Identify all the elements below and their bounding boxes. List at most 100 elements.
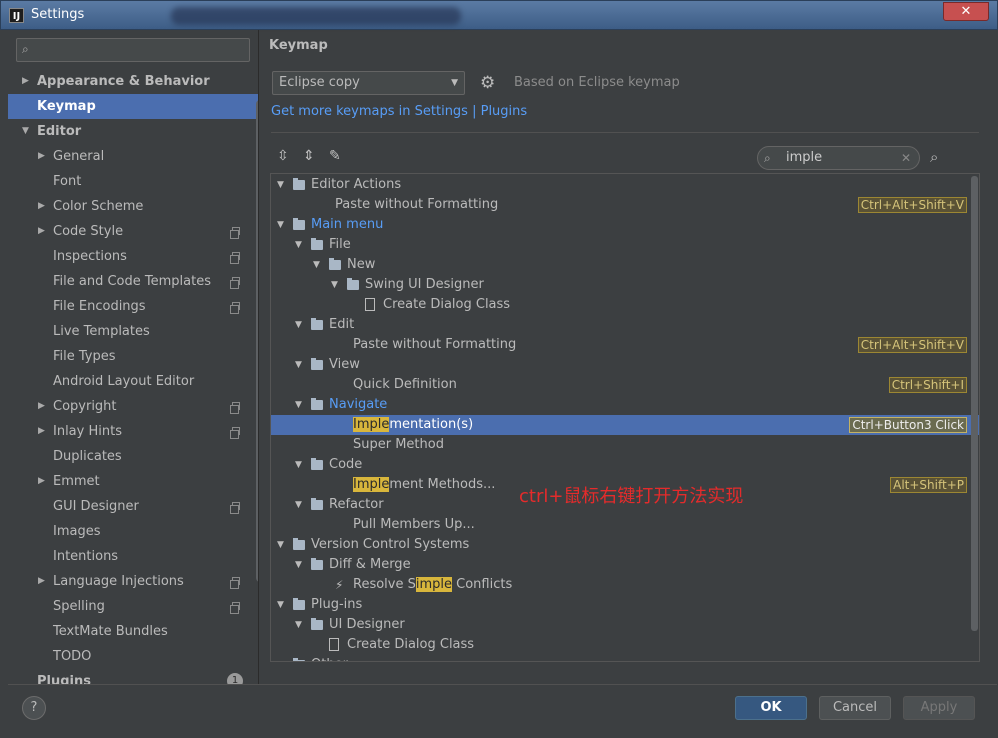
tree-row[interactable]: ⚡ Resolve Simple Conflicts	[271, 575, 979, 595]
tree-row[interactable]: ▼ Navigate	[271, 395, 979, 415]
chevron-right-icon[interactable]: ▶	[38, 569, 45, 594]
keymap-select[interactable]: Eclipse copy ▼	[272, 71, 465, 95]
ok-button[interactable]: OK	[735, 696, 807, 720]
tree-row[interactable]: Paste without Formatting Ctrl+Alt+Shift+V	[271, 195, 979, 215]
tree-row[interactable]: ▼ View	[271, 355, 979, 375]
sidebar-item[interactable]: TextMate Bundles	[8, 619, 258, 644]
sidebar-item[interactable]: Font	[8, 169, 258, 194]
sidebar-item[interactable]: TODO	[8, 644, 258, 669]
tree-row[interactable]: Quick Definition Ctrl+Shift+I	[271, 375, 979, 395]
sidebar-item[interactable]: ▶ General	[8, 144, 258, 169]
expand-down-icon[interactable]: ▼	[295, 235, 302, 255]
clear-icon[interactable]: ✕	[901, 147, 911, 169]
tree-row[interactable]: ▼ Code	[271, 455, 979, 475]
sidebar-item[interactable]: Plugins 1	[8, 669, 258, 684]
expand-down-icon[interactable]: ▼	[295, 355, 302, 375]
expand-right-icon[interactable]: ▶	[277, 655, 284, 661]
tree-row[interactable]: Implementation(s) Ctrl+Button3 Click	[271, 415, 979, 435]
cancel-button[interactable]: Cancel	[819, 696, 891, 720]
settings-search-input[interactable]: ⌕	[16, 38, 250, 62]
chevron-right-icon[interactable]: ▶	[38, 419, 45, 444]
expand-down-icon[interactable]: ▼	[295, 315, 302, 335]
sidebar-item[interactable]: ▶ Copyright	[8, 394, 258, 419]
tree-row-label: Editor Actions	[311, 177, 402, 192]
tree-row[interactable]: ▼ File	[271, 235, 979, 255]
sidebar-item[interactable]: Duplicates	[8, 444, 258, 469]
sidebar-item[interactable]: ▶ Emmet	[8, 469, 258, 494]
sidebar-item[interactable]: Keymap	[8, 94, 258, 119]
expand-down-icon[interactable]: ▼	[295, 555, 302, 575]
title-bar: IJ Settings ✕	[0, 0, 998, 30]
tree-row[interactable]: ▼ Version Control Systems	[271, 535, 979, 555]
sidebar-item[interactable]: ▼ Editor	[8, 119, 258, 144]
edit-shortcut-icon[interactable]: ✎	[329, 148, 341, 164]
sidebar-item[interactable]: GUI Designer	[8, 494, 258, 519]
expand-down-icon[interactable]: ▼	[313, 255, 320, 275]
expand-down-icon[interactable]: ▼	[277, 535, 284, 555]
tree-row[interactable]: ▼ UI Designer	[271, 615, 979, 635]
tree-row[interactable]: ▶ Other	[271, 655, 979, 661]
sidebar-item[interactable]: ▶ Inlay Hints	[8, 419, 258, 444]
label-text: ment Methods...	[389, 477, 496, 492]
sidebar-item[interactable]: Live Templates	[8, 319, 258, 344]
sidebar-item[interactable]: File Encodings	[8, 294, 258, 319]
help-button[interactable]: ?	[22, 696, 46, 720]
search-icon: ⌕	[764, 151, 771, 165]
tree-row[interactable]: ▼ Editor Actions	[271, 175, 979, 195]
tree-scrollbar[interactable]	[971, 176, 978, 631]
expand-down-icon[interactable]: ▼	[295, 495, 302, 515]
chevron-right-icon[interactable]: ▶	[38, 469, 45, 494]
expand-down-icon[interactable]: ▼	[295, 615, 302, 635]
tree-row-label: Resolve Simple Conflicts	[353, 575, 512, 595]
folder-icon	[311, 318, 323, 330]
expand-down-icon[interactable]: ▼	[277, 175, 284, 195]
tree-row-label: UI Designer	[329, 617, 405, 632]
tree-row[interactable]: ▼ New	[271, 255, 979, 275]
chevron-right-icon[interactable]: ▶	[38, 194, 45, 219]
sidebar-item[interactable]: Intentions	[8, 544, 258, 569]
chevron-right-icon[interactable]: ▶	[38, 219, 45, 244]
tree-row[interactable]: Pull Members Up...	[271, 515, 979, 535]
chevron-right-icon[interactable]: ▶	[22, 69, 29, 94]
folder-icon	[311, 458, 323, 470]
expand-down-icon[interactable]: ▼	[277, 215, 284, 235]
settings-sidebar: ⌕ ▶ Appearance & Behavior Keymap ▼ Editor ▶ Ge…	[8, 30, 258, 684]
tree-row[interactable]: ▼ Plug-ins	[271, 595, 979, 615]
chevron-right-icon[interactable]: ▶	[38, 394, 45, 419]
sidebar-item[interactable]: File Types	[8, 344, 258, 369]
tree-row[interactable]: Paste without Formatting Ctrl+Alt+Shift+V	[271, 335, 979, 355]
tree-row-label: Paste without Formatting	[353, 337, 517, 352]
collapse-all-icon[interactable]: ⇕	[303, 148, 315, 164]
sidebar-item[interactable]: File and Code Templates	[8, 269, 258, 294]
sidebar-item[interactable]: ▶ Color Scheme	[8, 194, 258, 219]
tree-row[interactable]: Create Dialog Class	[271, 295, 979, 315]
action-search-input[interactable]: ⌕ imple ✕	[757, 146, 920, 170]
get-more-keymaps-link[interactable]: Get more keymaps in Settings | Plugins	[271, 104, 527, 119]
tree-row[interactable]: ▼ Main menu	[271, 215, 979, 235]
chevron-right-icon[interactable]: ▶	[38, 144, 45, 169]
sidebar-item-label: General	[53, 149, 105, 164]
expand-down-icon[interactable]: ▼	[277, 595, 284, 615]
apply-button[interactable]: Apply	[903, 696, 975, 720]
sidebar-item[interactable]: ▶ Code Style	[8, 219, 258, 244]
sidebar-item[interactable]: Android Layout Editor	[8, 369, 258, 394]
chevron-down-icon[interactable]: ▼	[22, 119, 29, 144]
expand-down-icon[interactable]: ▼	[331, 275, 338, 295]
sidebar-item[interactable]: Spelling	[8, 594, 258, 619]
tree-row[interactable]: Super Method	[271, 435, 979, 455]
tree-row[interactable]: ▼ Swing UI Designer	[271, 275, 979, 295]
expand-down-icon[interactable]: ▼	[295, 455, 302, 475]
find-by-shortcut-icon[interactable]: ⌕	[930, 148, 938, 166]
tree-row[interactable]: Create Dialog Class	[271, 635, 979, 655]
expand-down-icon[interactable]: ▼	[295, 395, 302, 415]
tree-row[interactable]: ▼ Diff & Merge	[271, 555, 979, 575]
sidebar-item[interactable]: Images	[8, 519, 258, 544]
sidebar-item[interactable]: ▶ Language Injections	[8, 569, 258, 594]
sidebar-item[interactable]: ▶ Appearance & Behavior	[8, 69, 258, 94]
sidebar-item-label: Android Layout Editor	[53, 374, 195, 389]
expand-all-icon[interactable]: ⇳	[277, 148, 289, 164]
tree-row[interactable]: ▼ Edit	[271, 315, 979, 335]
gear-icon[interactable]: ⚙	[480, 73, 495, 93]
sidebar-item[interactable]: Inspections	[8, 244, 258, 269]
close-window-button[interactable]: ✕	[943, 2, 989, 21]
